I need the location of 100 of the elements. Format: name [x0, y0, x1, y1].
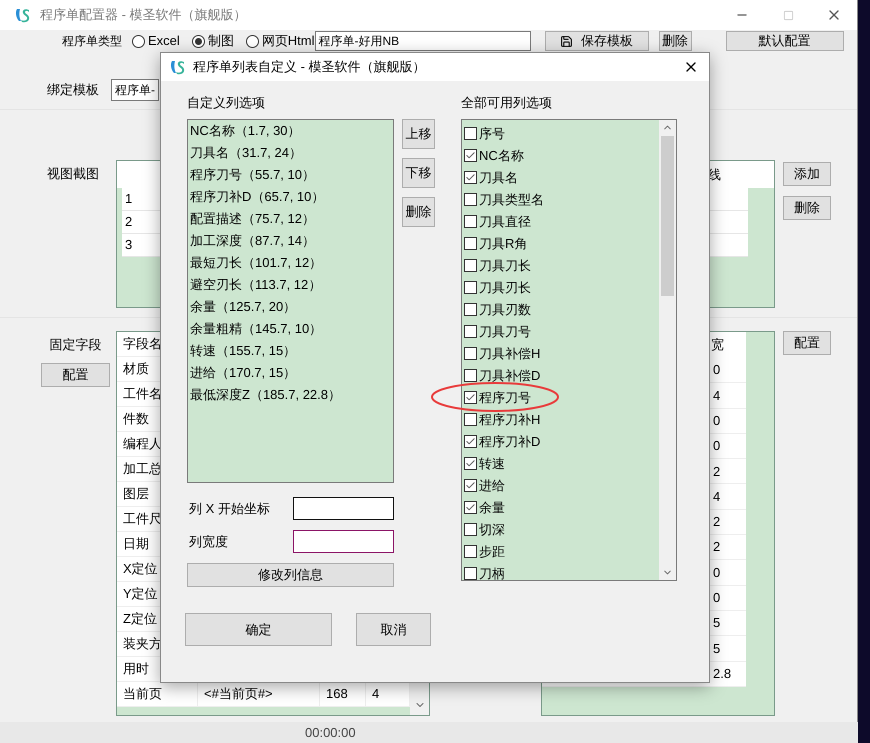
checkbox[interactable] [464, 566, 477, 580]
option-label: 刀具刃数 [479, 302, 531, 316]
checkbox[interactable] [464, 390, 477, 404]
input-field[interactable] [293, 497, 394, 520]
option-label: 序号 [479, 126, 505, 140]
list-item[interactable]: 刀具名（31.7, 24） [190, 142, 393, 164]
cancel-button[interactable]: 取消 [356, 613, 431, 646]
list-item[interactable]: 加工深度（87.7, 14） [190, 230, 393, 252]
side-button[interactable]: 添加 [783, 162, 831, 186]
list-item[interactable]: NC名称（1.7, 30） [190, 120, 393, 142]
modify-column-button[interactable]: 修改列信息 [187, 563, 394, 587]
table-cell-text: 2 [713, 538, 722, 556]
option-label: 刀具名 [479, 170, 518, 184]
table-cell-text: 0 [713, 412, 722, 430]
option-label: 刀具补偿D [479, 368, 540, 382]
dialog-title: 程序单列表自定义 - 模圣软件（旗舰版） [193, 58, 426, 76]
option-label: 刀具R角 [479, 236, 528, 250]
table-cell-text: 0 [713, 437, 722, 456]
move-button[interactable]: 删除 [402, 197, 435, 227]
option-label: 刀具刀号 [479, 324, 531, 338]
table-header: 宽 [711, 336, 725, 354]
app-logo-icon [169, 58, 187, 76]
checkbox[interactable] [464, 258, 477, 272]
list-title: 全部可用列选项 [461, 94, 553, 112]
section-label: 固定字段 [50, 336, 102, 354]
table-cell-text: 0 [713, 564, 722, 582]
checkbox[interactable] [464, 214, 477, 228]
config-button[interactable]: 配置 [783, 331, 831, 355]
scrollbar[interactable] [659, 120, 676, 580]
option-label: 刀具刀长 [479, 258, 531, 272]
checkbox[interactable] [464, 412, 477, 426]
table-cell-text: 2 [713, 513, 722, 532]
checkbox[interactable] [464, 324, 477, 338]
checkbox[interactable] [464, 346, 477, 360]
table-cell-text: 2 [124, 213, 134, 232]
checkbox[interactable] [464, 170, 477, 184]
table-cell-text: 3 [124, 236, 134, 254]
checkbox[interactable] [464, 456, 477, 470]
list-item[interactable]: 程序刀补D（65.7, 10） [190, 186, 393, 208]
option-label: 刀具补偿H [479, 346, 540, 360]
option-label: 程序刀补D [479, 434, 540, 448]
radio-button[interactable] [192, 34, 205, 48]
table-cell-text: 0 [713, 361, 722, 380]
table-cell-text: 2 [713, 462, 722, 481]
radio-label: 网页Html [262, 32, 315, 50]
option-label: 刀具直径 [479, 214, 531, 228]
radio-button[interactable] [132, 34, 145, 48]
default-config-button[interactable]: 默认配置 [726, 31, 844, 51]
option-label: 刀具类型名 [479, 192, 544, 206]
table-cell-text: 5 [713, 640, 722, 658]
time-text: 00:00:00 [305, 724, 356, 742]
checkbox[interactable] [464, 434, 477, 448]
save-template-button[interactable]: 保存模板 [544, 31, 649, 51]
field-label: 程序单类型 [62, 33, 122, 50]
template-dropdown[interactable]: 程序单-好用NB [314, 31, 531, 51]
option-label: 刀柄 [479, 566, 505, 580]
checkbox[interactable] [464, 126, 477, 140]
checkbox[interactable] [464, 148, 477, 162]
checkbox[interactable] [464, 280, 477, 294]
checkbox[interactable] [464, 368, 477, 382]
side-button[interactable]: 删除 [783, 196, 831, 220]
table-cell-text: 4 [713, 488, 722, 506]
option-label: NC名称 [479, 148, 524, 162]
checkbox[interactable] [464, 302, 477, 316]
table-cell-text: 5 [713, 614, 722, 632]
move-button[interactable]: 上移 [402, 119, 435, 149]
checkbox[interactable] [464, 500, 477, 514]
option-label: 步距 [479, 544, 505, 558]
save-icon [560, 34, 574, 48]
list-item[interactable]: 避空刃长（113.7, 12） [190, 274, 393, 296]
checkbox[interactable] [464, 544, 477, 558]
section-label: 视图截图 [47, 165, 100, 183]
option-label: 转速 [479, 456, 505, 470]
checkbox[interactable] [464, 522, 477, 536]
checkbox[interactable] [464, 192, 477, 206]
custom-column-list[interactable]: NC名称（1.7, 30） 刀具名（31.7, 24） 程序刀号（55.7, 10） 程序刀补D（65.7, 10） 配置描述（75.7, 12） 加工深度（87.7, 14） 最短刀长（101.7, 12） 避空刃长（113.7, 12） 余量（125.7, 20） 余量粗精（145.7, 10） 转速（155.7, 15） 进给（170.7, 15） 最低深度Z（185.7, 22.8） [187, 119, 394, 483]
checkbox[interactable] [464, 478, 477, 492]
list-title: 自定义列选项 [187, 94, 266, 112]
list-item[interactable]: 最短刀长（101.7, 12） [190, 252, 393, 274]
list-item[interactable]: 配置描述（75.7, 12） [190, 208, 393, 230]
window-title: 程序单配置器 - 模圣软件（旗舰版） [40, 6, 247, 24]
input-field[interactable] [293, 530, 394, 553]
bind-template-dropdown[interactable]: 程序单- [111, 79, 159, 101]
option-label: 程序刀补H [479, 412, 540, 426]
ok-button[interactable]: 确定 [185, 613, 332, 646]
scrollbar-thumb[interactable] [661, 136, 674, 296]
move-button[interactable]: 下移 [402, 158, 435, 188]
field-label: 绑定模板 [47, 81, 99, 100]
radio-button[interactable] [246, 34, 259, 48]
radio-label: 制图 [208, 32, 234, 50]
checkbox[interactable] [464, 236, 477, 250]
list-item[interactable]: 余量（125.7, 20） [190, 296, 393, 318]
table-cell-text: 4 [713, 386, 722, 405]
option-label: 进给 [479, 478, 505, 492]
radio-label: Excel [148, 32, 180, 50]
list-item[interactable]: 程序刀号（55.7, 10） [190, 164, 393, 186]
delete-button[interactable]: 删除 [658, 31, 692, 51]
option-label: 刀具刃长 [479, 280, 531, 294]
table-cell-text: 1 [124, 190, 134, 208]
config-button[interactable]: 配置 [41, 362, 110, 386]
